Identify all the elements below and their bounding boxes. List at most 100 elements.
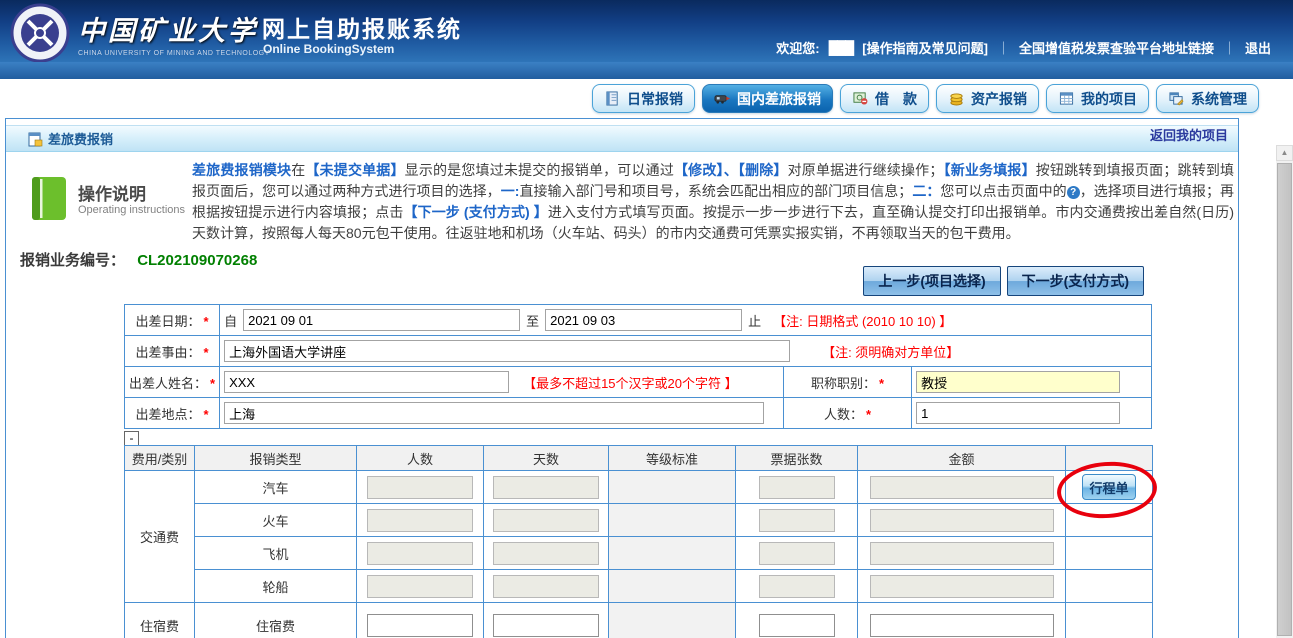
date-from-input[interactable] xyxy=(243,309,520,331)
date-from-prefix: 自 xyxy=(224,311,237,330)
train-amount-input[interactable] xyxy=(870,509,1054,532)
plane-days-input[interactable] xyxy=(493,542,599,565)
lodging-standard-cell xyxy=(609,603,736,638)
trip-sheet-button[interactable]: 行程单 xyxy=(1082,474,1136,500)
ship-people-input[interactable] xyxy=(367,575,473,598)
tab-loan[interactable]: 借 款 xyxy=(840,84,929,113)
system-title: 网上自助报账系统 xyxy=(262,10,462,44)
guide-link[interactable]: [操作指南及常见问题] xyxy=(862,38,988,57)
train-days-input[interactable] xyxy=(493,509,599,532)
title-rank-input[interactable] xyxy=(916,371,1120,393)
plane-people-input[interactable] xyxy=(367,542,473,565)
instructions-paragraph: 差旅费报销模块在【未提交单据】显示的是您填过未提交的报销单，可以通过【修改】、【… xyxy=(192,160,1234,244)
row-label-car: 汽车 xyxy=(195,471,357,504)
col-header-people: 人数 xyxy=(357,446,484,471)
required-mark: * xyxy=(204,345,209,360)
scrollbar-up-arrow[interactable]: ▲ xyxy=(1276,145,1293,161)
tab-label: 日常报销 xyxy=(627,89,683,109)
loan-icon xyxy=(852,91,869,106)
business-number-row: 报销业务编号： CL202109070268 xyxy=(20,249,257,270)
university-emblem-icon xyxy=(10,3,70,63)
text-segment: 【未提交单据】 xyxy=(305,162,404,178)
expense-header-row: 费用/类别 报销类型 人数 天数 等级标准 票据张数 金额 xyxy=(125,446,1153,471)
header-substrip xyxy=(0,62,1293,79)
next-step-button[interactable]: 下一步(支付方式) xyxy=(1007,266,1144,296)
coins-icon xyxy=(948,91,965,106)
col-header-extra xyxy=(1066,446,1153,471)
tab-label: 我的项目 xyxy=(1081,89,1137,109)
people-count-input[interactable] xyxy=(916,402,1120,424)
col-header-type: 报销类型 xyxy=(195,446,357,471)
content-area: 差旅费报销 返回我的项目 操作说明 Operating instructions… xyxy=(5,118,1239,638)
lodging-days-input[interactable] xyxy=(493,614,599,637)
tab-daily-reimbursement[interactable]: 日常报销 xyxy=(592,84,695,113)
page-title: 差旅费报销 xyxy=(48,129,113,148)
business-number-value: CL202109070268 xyxy=(137,252,257,269)
text-segment: 【删除】 xyxy=(738,162,788,178)
row-label-ship: 轮船 xyxy=(195,570,357,603)
traveler-name-input[interactable] xyxy=(224,371,509,393)
trip-reason-label: 出差事由： xyxy=(136,345,201,360)
trip-reason-input[interactable] xyxy=(224,340,790,362)
text-segment: 显示的是您填过未提交的报销单，可以通过 xyxy=(405,162,674,178)
text-segment: 您可以点击页面中的 xyxy=(940,183,1066,199)
tab-asset-reimbursement[interactable]: 资产报销 xyxy=(936,84,1039,113)
table-icon xyxy=(1058,91,1075,106)
text-segment: 【新业务填报】 xyxy=(943,162,1035,178)
trip-date-row: 出差日期：* 自 至 止 【注: 日期格式 (2010 10 10) 】 xyxy=(125,305,1152,336)
business-number-label: 报销业务编号： xyxy=(20,252,125,269)
ship-amount-input[interactable] xyxy=(870,575,1054,598)
tab-domestic-travel[interactable]: 国内差旅报销 xyxy=(702,84,833,113)
title-rank-label: 职称职别： xyxy=(811,376,876,391)
instructions-subtitle: Operating instructions xyxy=(78,204,185,216)
destination-row: 出差地点：* 人数：* xyxy=(125,398,1152,429)
university-name-cn: 中国矿业大学 xyxy=(78,9,270,48)
text-segment: 直接输入部门号和项目号，系统会匹配出相应的部门项目信息； xyxy=(519,183,912,199)
prev-step-button[interactable]: 上一步(项目选择) xyxy=(863,266,1000,296)
ship-tickets-input[interactable] xyxy=(759,575,835,598)
trip-date-label: 出差日期： xyxy=(136,314,201,329)
lodging-amount-input[interactable] xyxy=(870,614,1054,637)
tab-system-management[interactable]: 系统管理 xyxy=(1156,84,1259,113)
col-header-days: 天数 xyxy=(484,446,609,471)
col-header-tickets: 票据张数 xyxy=(736,446,858,471)
windows-icon xyxy=(1168,91,1185,106)
welcome-label: 欢迎您: xyxy=(776,38,819,57)
system-subtitle: Online BookingSystem xyxy=(263,42,394,56)
table-row-ship: 轮船 xyxy=(125,570,1153,603)
table-row-plane: 飞机 xyxy=(125,537,1153,570)
trip-info-form: 出差日期：* 自 至 止 【注: 日期格式 (2010 10 10) 】 出差事… xyxy=(124,304,1152,429)
logout-link[interactable]: 退出 xyxy=(1245,38,1271,57)
plane-tickets-input[interactable] xyxy=(759,542,835,565)
tab-my-projects[interactable]: 我的项目 xyxy=(1046,84,1149,113)
text-segment: 在 xyxy=(291,162,305,178)
destination-input[interactable] xyxy=(224,402,764,424)
car-people-input[interactable] xyxy=(367,476,473,499)
invoice-check-link[interactable]: 全国增值税发票查验平台地址链接 xyxy=(1019,38,1214,57)
ship-days-input[interactable] xyxy=(493,575,599,598)
plane-amount-input[interactable] xyxy=(870,542,1054,565)
lodging-people-input[interactable] xyxy=(367,614,473,637)
separator: ｜ xyxy=(997,38,1010,57)
tab-label: 借 款 xyxy=(875,89,917,109)
separator: ｜ xyxy=(1223,38,1236,57)
plane-standard-cell xyxy=(609,537,736,570)
train-tickets-input[interactable] xyxy=(759,509,835,532)
text-segment: 一: xyxy=(501,183,520,199)
col-header-category: 费用/类别 xyxy=(125,446,195,471)
vertical-scrollbar[interactable]: ▲ xyxy=(1276,145,1293,638)
car-amount-input[interactable] xyxy=(870,476,1054,499)
back-to-projects-link[interactable]: 返回我的项目 xyxy=(1150,125,1228,144)
train-people-input[interactable] xyxy=(367,509,473,532)
date-format-note: 【注: 日期格式 (2010 10 10) 】 xyxy=(773,311,952,330)
date-to-input[interactable] xyxy=(545,309,742,331)
car-tickets-input[interactable] xyxy=(759,476,835,499)
date-end-suffix: 止 xyxy=(748,311,761,330)
scrollbar-thumb[interactable] xyxy=(1277,163,1292,636)
book-icon xyxy=(30,175,68,222)
car-days-input[interactable] xyxy=(493,476,599,499)
row-label-train: 火车 xyxy=(195,504,357,537)
train-standard-cell xyxy=(609,504,736,537)
lodging-tickets-input[interactable] xyxy=(759,614,835,637)
collapse-table-button[interactable]: - xyxy=(124,431,139,446)
